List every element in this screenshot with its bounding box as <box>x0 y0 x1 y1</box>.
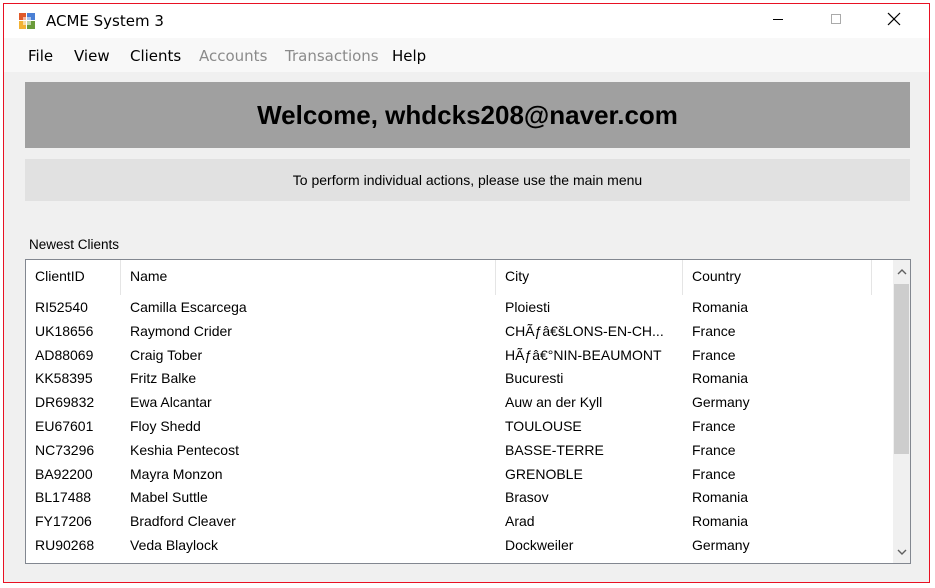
cell-name: Raymond Crider <box>130 322 232 339</box>
column-header-city[interactable]: City <box>496 260 683 295</box>
close-icon <box>887 12 901 31</box>
cell-city: Arad <box>505 513 535 530</box>
table-row[interactable]: DR69832 Ewa Alcantar Auw an der Kyll German… <box>26 391 888 415</box>
cell-clientid: FY17206 <box>35 513 92 530</box>
cell-clientid: RI52540 <box>35 299 88 315</box>
column-header-name[interactable]: Name <box>121 260 496 295</box>
cell-country: Romania <box>692 370 749 387</box>
cell-country: France <box>692 346 736 363</box>
info-bar: To perform individual actions, please us… <box>25 159 910 201</box>
cell-clientid: BA92200 <box>35 465 93 482</box>
grid-header: ClientID Name City Country <box>26 260 872 296</box>
table-row[interactable]: NC73296 Keshia Pentecost BASSE-TERRE France <box>26 439 888 463</box>
cell-city: TOULOUSE <box>505 418 582 434</box>
table-row[interactable]: RU90268 Veda Blaylock Dockweiler Germany <box>26 534 888 558</box>
cell-country: Romania <box>692 489 749 506</box>
table-row[interactable]: RI52540 Camilla Escarcega Ploiesti Romania <box>26 296 888 320</box>
scroll-up-button[interactable] <box>893 260 910 282</box>
cell-country: Germany <box>692 394 750 411</box>
info-text: To perform individual actions, please us… <box>292 172 643 188</box>
cell-city: Dockweiler <box>505 537 574 553</box>
cell-country: Romania <box>692 513 749 530</box>
cell-clientid: RU90268 <box>35 537 95 553</box>
menu-bar: File View Clients Accounts Transactions … <box>4 38 929 72</box>
cell-country: France <box>692 418 736 434</box>
cell-city: Bucuresti <box>505 370 564 387</box>
table-row[interactable]: KK58395 Fritz Balke Bucuresti Romania <box>26 367 888 391</box>
menu-accounts[interactable]: Accounts <box>199 47 267 65</box>
cell-city: CHÃƒâ€šLONS-EN-CH... <box>505 322 664 339</box>
menu-file[interactable]: File <box>28 47 53 65</box>
column-header-clientid[interactable]: ClientID <box>26 260 121 295</box>
newest-clients-label: Newest Clients <box>29 237 120 252</box>
window-title: ACME System 3 <box>46 12 164 30</box>
cell-name: Veda Blaylock <box>130 537 218 553</box>
cell-name: Fritz Balke <box>130 370 197 387</box>
cell-name: Ewa Alcantar <box>130 394 212 411</box>
minimize-button[interactable] <box>749 4 807 38</box>
close-button[interactable] <box>865 4 923 38</box>
title-bar[interactable]: ACME System 3 <box>4 4 929 38</box>
cell-city: Ploiesti <box>505 299 551 315</box>
app-window-icon[interactable] <box>18 12 36 30</box>
cell-country: France <box>692 465 736 482</box>
cell-clientid: BL17488 <box>35 489 92 506</box>
cell-city: GRENOBLE <box>505 465 583 482</box>
chevron-down-icon <box>897 543 907 561</box>
cell-country: France <box>692 441 736 458</box>
cell-clientid: DR69832 <box>35 394 95 411</box>
welcome-text: Welcome, whdcks208@naver.com <box>257 99 678 130</box>
cell-name: Camilla Escarcega <box>130 299 247 315</box>
minimize-icon <box>772 12 784 30</box>
welcome-banner: Welcome, whdcks208@naver.com <box>25 82 910 148</box>
clients-grid[interactable]: ClientID Name City Country RI52540 Camill… <box>25 259 911 564</box>
table-row[interactable]: UK18656 Raymond Crider CHÃƒâ€šLONS-EN-CH..… <box>26 320 888 344</box>
cell-city: Brasov <box>505 489 549 506</box>
cell-clientid: UK18656 <box>35 322 94 339</box>
vertical-scrollbar[interactable] <box>893 260 910 563</box>
maximize-button[interactable] <box>807 4 865 38</box>
scroll-thumb[interactable] <box>894 284 909 454</box>
table-row[interactable]: AD88069 Craig Tober HÃƒâ€°NIN-BEAUMONT Fran… <box>26 344 888 368</box>
cell-clientid: NC73296 <box>35 441 95 458</box>
table-row[interactable]: FY17206 Bradford Cleaver Arad Romania <box>26 510 888 534</box>
table-row[interactable]: BA92200 Mayra Monzon GRENOBLE France <box>26 463 888 487</box>
cell-country: France <box>692 322 736 339</box>
cell-name: Mabel Suttle <box>130 489 208 506</box>
cell-name: Floy Shedd <box>130 418 201 434</box>
cell-city: BASSE-TERRE <box>505 441 604 458</box>
menu-help[interactable]: Help <box>392 47 426 65</box>
maximize-icon <box>830 12 842 30</box>
cell-clientid: AD88069 <box>35 346 94 363</box>
menu-transactions[interactable]: Transactions <box>285 47 379 65</box>
table-row[interactable]: BL17488 Mabel Suttle Brasov Romania <box>26 486 888 510</box>
cell-name: Keshia Pentecost <box>130 441 239 458</box>
cell-name: Bradford Cleaver <box>130 513 236 530</box>
menu-clients[interactable]: Clients <box>130 47 181 65</box>
menu-view[interactable]: View <box>74 47 110 65</box>
cell-city: Auw an der Kyll <box>505 394 603 411</box>
scroll-down-button[interactable] <box>893 541 910 563</box>
chevron-up-icon <box>897 262 907 280</box>
cell-clientid: EU67601 <box>35 418 94 434</box>
cell-city: HÃƒâ€°NIN-BEAUMONT <box>505 346 662 363</box>
column-header-country[interactable]: Country <box>683 260 872 295</box>
cell-clientid: KK58395 <box>35 370 93 387</box>
cell-country: Germany <box>692 537 750 553</box>
cell-name: Mayra Monzon <box>130 465 223 482</box>
cell-name: Craig Tober <box>130 346 203 363</box>
cell-country: Romania <box>692 299 749 315</box>
table-row[interactable]: EU67601 Floy Shedd TOULOUSE France <box>26 415 888 439</box>
app-window: ACME System 3 File View Clients Accounts… <box>3 3 930 583</box>
